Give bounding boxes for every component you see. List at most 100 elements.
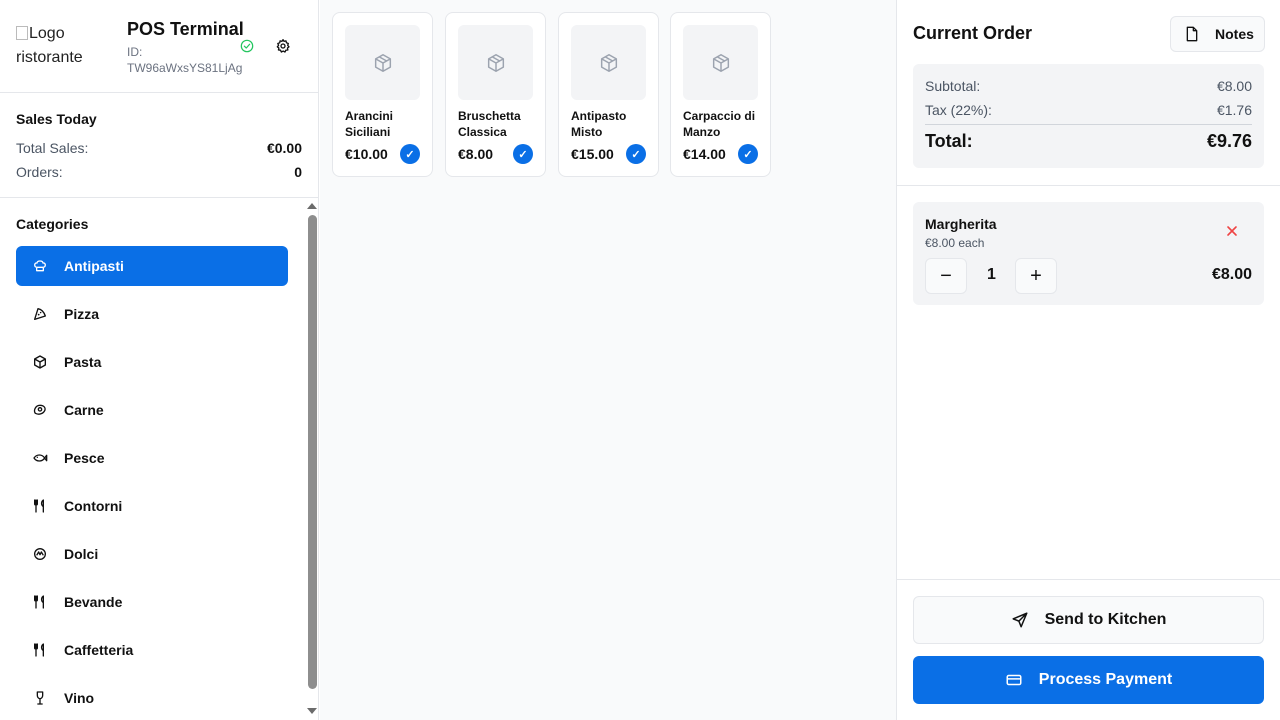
process-payment-button[interactable]: Process Payment [913,656,1264,704]
category-bevande[interactable]: Bevande [16,582,288,622]
send-label: Send to Kitchen [1044,611,1167,628]
package-icon [374,53,391,72]
tax-value: €1.76 [1216,102,1252,118]
product-name: Arancini Siciliani [345,109,394,139]
order-item-total: €8.00 [1211,266,1252,283]
increase-quantity-button[interactable]: + [1015,258,1057,294]
cake-icon [34,548,46,560]
category-label: Pesce [64,450,105,466]
product-grid: Arancini Siciliani €10.00 ✓ Bruschetta C… [320,0,896,720]
categories-title: Categories [16,216,89,232]
terminal-id-value: TW96aWxsYS81LjAg [127,61,243,75]
gear-icon[interactable] [275,38,291,54]
quantity-value: 1 [987,266,996,283]
total-sales-label: Total Sales: [16,140,89,156]
check-icon: ✓ [400,144,420,164]
category-label: Antipasti [64,258,124,274]
decrease-quantity-button[interactable]: − [925,258,967,294]
product-image [571,25,646,100]
category-pasta[interactable]: Pasta [16,342,288,382]
orders-label: Orders: [16,164,63,180]
send-to-kitchen-button[interactable]: Send to Kitchen [913,596,1264,644]
sales-title: Sales Today [16,111,97,127]
fish-icon [33,454,48,462]
utensils-icon [34,499,44,513]
wine-icon [36,691,44,705]
scroll-down-arrow-icon[interactable] [307,708,317,714]
category-contorni[interactable]: Contorni [16,486,288,526]
subtotal-value: €8.00 [1216,78,1252,94]
category-label: Vino [64,690,95,706]
category-pesce[interactable]: Pesce [16,438,288,478]
check-icon: ✓ [513,144,533,164]
send-icon [1012,612,1028,628]
product-image [683,25,758,100]
pay-label: Process Payment [1038,671,1173,688]
category-vino[interactable]: Vino [16,678,288,718]
categories-scrollbar[interactable] [305,199,317,720]
order-item-name: Margherita [925,216,997,232]
box-icon [34,355,46,369]
check-icon: ✓ [626,144,646,164]
product-name: Bruschetta Classica [458,109,521,139]
category-label: Contorni [64,498,123,514]
category-label: Pasta [64,354,102,370]
terminal-id-label: ID: [127,45,143,59]
product-price: €14.00 [683,146,726,162]
scroll-thumb[interactable] [308,215,317,689]
tax-label: Tax (22%): [925,102,992,118]
terminal-id: ID: TW96aWxsYS81LjAg [127,44,247,76]
order-title: Current Order [913,23,1033,43]
terminal-header: Logo ristorante POS Terminal ID: TW96aWxs… [0,0,318,93]
scroll-up-arrow-icon[interactable] [307,203,317,209]
product-price: €8.00 [458,146,494,162]
order-summary: Current Order Notes Subtotal: €8.00 Tax (… [897,0,1280,186]
orders-value: 0 [294,164,302,180]
check-circle-icon [240,39,254,53]
utensils-icon [34,643,44,657]
category-caffetteria[interactable]: Caffetteria [16,630,288,670]
close-icon[interactable] [1225,224,1239,238]
notes-button[interactable]: Notes [1170,16,1265,52]
total-value: €9.76 [1206,131,1252,151]
category-pizza[interactable]: Pizza [16,294,288,334]
pizza-icon [34,308,46,320]
category-label: Caffetteria [64,642,134,658]
sales-today: Sales Today Total Sales: €0.00 Orders: 0 [0,93,318,198]
package-icon [600,53,617,72]
package-icon [487,53,504,72]
product-image [345,25,420,100]
notes-label: Notes [1215,26,1254,42]
chef-hat-icon [34,260,46,272]
total-sales-value: €0.00 [266,140,302,156]
product-name: Antipasto Misto [571,109,627,139]
total-label: Total: [925,131,973,151]
product-price: €15.00 [571,146,614,162]
category-label: Dolci [64,546,99,562]
product-name: Carpaccio di Manzo [683,109,756,139]
order-totals: Subtotal: €8.00 Tax (22%): €1.76 Total: €9.… [913,64,1264,168]
divider [925,124,1252,125]
product-card[interactable]: Arancini Siciliani €10.00 ✓ [332,12,433,177]
beef-icon [33,404,46,415]
category-label: Carne [64,402,104,418]
product-card[interactable]: Bruschetta Classica €8.00 ✓ [445,12,546,177]
category-label: Pizza [64,306,100,322]
categories-panel: Categories Antipasti Pizza Pasta Carne P… [0,199,319,720]
category-dolci[interactable]: Dolci [16,534,288,574]
order-panel: Current Order Notes Subtotal: €8.00 Tax (… [896,0,1280,720]
product-card[interactable]: Antipasto Misto €15.00 ✓ [558,12,659,177]
category-carne[interactable]: Carne [16,390,288,430]
category-label: Bevande [64,594,123,610]
order-item: Margherita €8.00 each − 1 + €8.00 [913,202,1264,305]
order-item-unit-price: €8.00 each [925,236,985,250]
product-card[interactable]: Carpaccio di Manzo €14.00 ✓ [670,12,771,177]
sidebar: Logo ristorante POS Terminal ID: TW96aWxs… [0,0,319,720]
subtotal-label: Subtotal: [925,78,981,94]
page-title: POS Terminal [127,19,244,39]
package-icon [712,53,729,72]
credit-card-icon [1006,674,1022,686]
order-actions: Send to Kitchen Process Payment [897,579,1280,720]
category-antipasti[interactable]: Antipasti [16,246,288,286]
product-image [458,25,533,100]
